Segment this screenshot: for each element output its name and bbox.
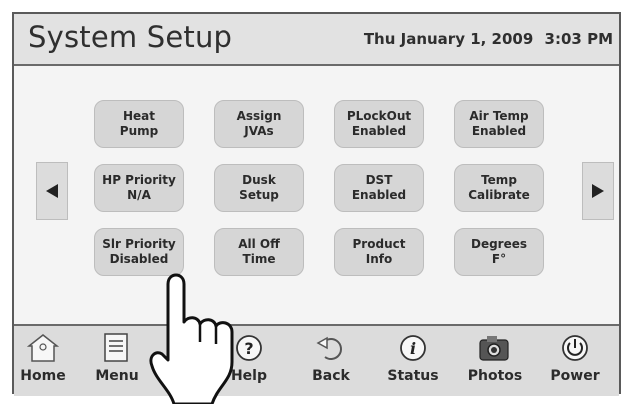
page-title: System Setup [28, 20, 233, 54]
back-button[interactable]: Back [296, 332, 366, 384]
status-label: Status [387, 368, 439, 384]
bottom-toolbar: Home Menu ch ? [14, 324, 619, 396]
menu-label: Menu [95, 368, 139, 384]
plockout-button[interactable]: PLockOut Enabled [334, 100, 424, 148]
heat-pump-button[interactable]: Heat Pump [94, 100, 184, 148]
svg-text:i: i [410, 339, 416, 358]
power-label: Power [550, 368, 600, 384]
assign-jvas-button[interactable]: Assign JVAs [214, 100, 304, 148]
home-button[interactable]: Home [8, 332, 78, 384]
air-temp-button[interactable]: Air Temp Enabled [454, 100, 544, 148]
status-icon: i [400, 335, 426, 361]
back-label: Back [312, 368, 350, 384]
photos-icon [479, 336, 509, 361]
right-arrow-icon [592, 184, 604, 198]
next-page-button[interactable] [582, 162, 614, 220]
hp-priority-button[interactable]: HP Priority N/A [94, 164, 184, 212]
date-text: Thu January 1, 2009 [363, 30, 534, 48]
status-button[interactable]: i Status [378, 332, 448, 384]
header-bar: System Setup Thu January 1, 2009 3:03 PM [14, 14, 619, 66]
photos-label: Photos [467, 368, 523, 384]
left-arrow-icon [46, 184, 58, 198]
time-text: 3:03 PM [544, 30, 613, 48]
power-icon [562, 335, 588, 361]
photos-button[interactable]: Photos [460, 332, 530, 384]
home-icon [27, 334, 59, 362]
power-button[interactable]: Power [540, 332, 610, 384]
product-info-button[interactable]: Product Info [334, 228, 424, 276]
back-icon [316, 336, 342, 360]
previous-page-button[interactable] [36, 162, 68, 220]
date-time: Thu January 1, 2009 3:03 PM [358, 30, 613, 48]
dst-button[interactable]: DST Enabled [334, 164, 424, 212]
home-label: Home [20, 368, 66, 384]
temp-calibrate-button[interactable]: Temp Calibrate [454, 164, 544, 212]
degrees-button[interactable]: Degrees F° [454, 228, 544, 276]
setup-screen: System Setup Thu January 1, 2009 3:03 PM… [12, 12, 621, 396]
menu-button[interactable]: Menu [82, 332, 152, 384]
pointing-hand-icon [149, 273, 234, 404]
dusk-setup-button[interactable]: Dusk Setup [214, 164, 304, 212]
menu-icon [104, 333, 128, 362]
